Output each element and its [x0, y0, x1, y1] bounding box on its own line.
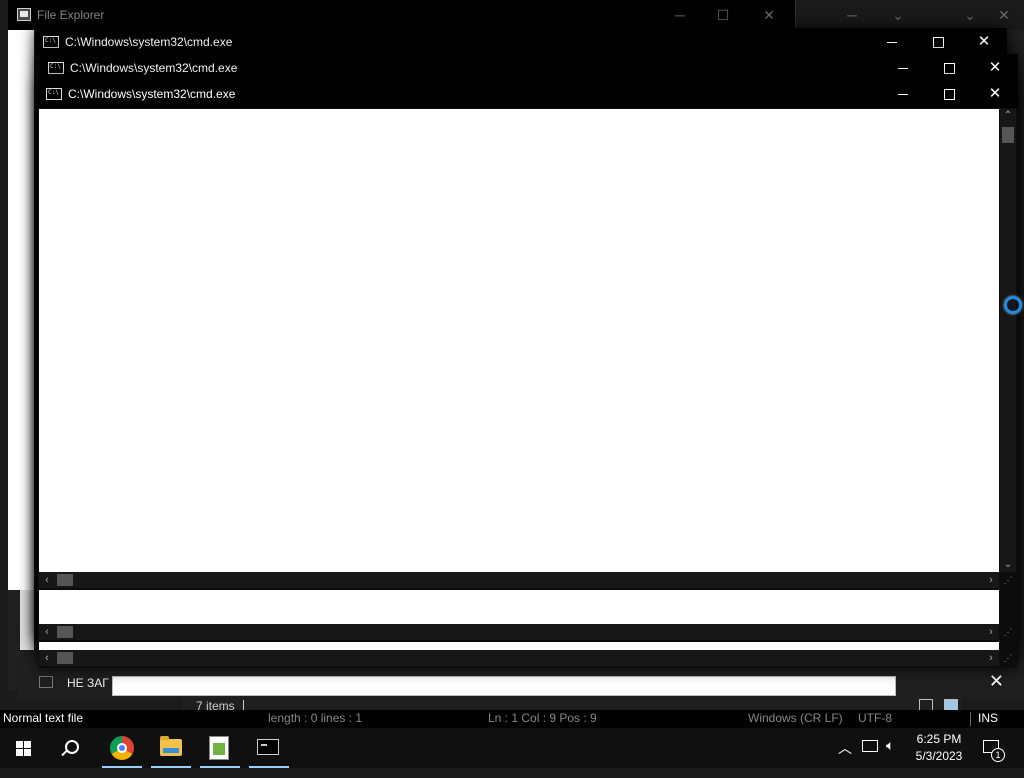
scrollbar-thumb[interactable]	[57, 626, 73, 638]
close-icon[interactable]: ✕	[989, 671, 1004, 692]
chevron-down-icon[interactable]: ⌄	[956, 5, 984, 25]
cmd-icon	[48, 62, 64, 74]
resize-grip-icon[interactable]: ⋰	[1000, 650, 1016, 666]
cmd-titlebar[interactable]: C:\Windows\system32\cmd.exe ✕	[35, 28, 1007, 56]
cmd-titlebar[interactable]: C:\Windows\system32\cmd.exe ✕	[40, 54, 1018, 82]
cursor-position: Ln : 1 Col : 9 Pos : 9	[488, 711, 597, 725]
minimize-button[interactable]: ─	[666, 5, 694, 25]
cmd-titlebar[interactable]: C:\Windows\system32\cmd.exe ✕	[38, 80, 1018, 108]
close-button[interactable]: ✕	[961, 28, 1007, 56]
windows-logo-icon	[16, 741, 32, 756]
resize-grip-icon[interactable]: ⋰	[1000, 572, 1016, 588]
cmd-icon	[46, 88, 62, 100]
close-button[interactable]: ✕	[972, 54, 1018, 82]
volume-icon[interactable]: 🔈︎	[886, 737, 894, 777]
cmd-title: C:\Windows\system32\cmd.exe	[70, 61, 238, 75]
horizontal-scrollbar[interactable]: ‹ ›	[39, 572, 999, 588]
maximize-button[interactable]	[926, 54, 972, 82]
taskbar-chrome[interactable]	[98, 728, 146, 768]
minimize-icon	[898, 93, 908, 95]
close-button[interactable]: ✕	[990, 5, 1018, 25]
file-explorer-title: File Explorer	[37, 8, 105, 22]
scroll-up-icon[interactable]: ⌃	[1000, 109, 1016, 123]
file-explorer-icon	[17, 8, 31, 21]
taskbar-file-explorer[interactable]	[147, 728, 195, 768]
busy-cursor-icon	[1004, 296, 1022, 314]
minimize-icon	[898, 67, 908, 69]
minimize-button[interactable]	[880, 54, 926, 82]
cmd-icon	[43, 36, 59, 48]
scrollbar-thumb[interactable]	[57, 652, 73, 664]
scrollbar-thumb[interactable]	[57, 574, 73, 586]
taskbar-notepad-plus-plus[interactable]	[196, 728, 244, 768]
scroll-left-icon[interactable]: ‹	[39, 624, 55, 640]
maximize-icon	[943, 88, 955, 100]
start-button[interactable]	[0, 728, 48, 768]
command-prompt-icon	[257, 739, 279, 755]
clock-time: 6:25 PM	[916, 732, 962, 746]
scroll-down-icon[interactable]: ⌄	[1000, 558, 1016, 572]
console-area-behind	[39, 590, 999, 624]
document-icon	[39, 676, 53, 688]
navigation-pane	[8, 30, 34, 590]
eol-format: Windows (CR LF)	[748, 711, 843, 725]
maximize-button[interactable]	[926, 80, 972, 108]
length-lines: length : 0 lines : 1	[268, 711, 363, 725]
chrome-icon	[110, 736, 134, 760]
horizontal-scrollbar[interactable]: ‹ ›	[39, 624, 999, 640]
notification-count-badge: 1	[991, 748, 1005, 762]
scroll-left-icon[interactable]: ‹	[39, 650, 55, 666]
cmd-window-3: C:\Windows\system32\cmd.exe ✕ ⌃ ⌄ ‹ › ⋰ …	[38, 80, 1018, 668]
scroll-right-icon[interactable]: ›	[983, 624, 999, 640]
scrollbar-thumb[interactable]	[1002, 127, 1014, 143]
encoding: UTF-8	[858, 711, 892, 725]
navigation-pane-lower	[20, 590, 34, 650]
close-button[interactable]: ✕	[972, 80, 1018, 108]
notepad-tab-title[interactable]: НЕ ЗАГ	[67, 676, 109, 690]
clock-date: 5/3/2023	[915, 749, 963, 763]
cmd-title: C:\Windows\system32\cmd.exe	[65, 35, 233, 49]
maximize-icon	[932, 36, 944, 48]
chevron-down-icon[interactable]: ⌄	[884, 5, 912, 25]
horizontal-scrollbar[interactable]: ‹ ›	[39, 650, 999, 666]
minimize-button[interactable]	[880, 80, 926, 108]
show-hidden-icons-chevron-icon[interactable]: ︿	[838, 738, 852, 778]
notepad-status-bar: Normal text file length : 0 lines : 1 Ln…	[0, 710, 1024, 728]
file-type: Normal text file	[3, 711, 84, 725]
folder-icon	[160, 736, 182, 756]
scroll-right-icon[interactable]: ›	[983, 572, 999, 588]
cmd-title: C:\Windows\system32\cmd.exe	[68, 87, 236, 101]
clock[interactable]: 6:25 PM 5/3/2023	[904, 731, 974, 765]
minimize-button[interactable]: ─	[838, 5, 866, 25]
taskbar-command-prompt[interactable]	[245, 728, 293, 768]
background-window-titlebar[interactable]: ─ ⌄ ⌄ ✕	[795, 0, 1024, 30]
console-area-behind	[39, 642, 999, 650]
search-icon	[65, 740, 79, 754]
minimize-button[interactable]	[869, 28, 915, 56]
maximize-button[interactable]	[915, 28, 961, 56]
taskbar: ︿ 🔈︎ 6:25 PM 5/3/2023 1	[0, 728, 1024, 768]
input-strip[interactable]	[112, 676, 896, 696]
close-button[interactable]: ✕	[755, 5, 783, 25]
console-area[interactable]	[39, 109, 999, 572]
search-button[interactable]	[48, 728, 96, 768]
insert-mode: INS	[978, 711, 999, 725]
divider	[970, 712, 971, 726]
notepad-plus-plus-icon	[209, 736, 229, 760]
network-icon[interactable]	[862, 740, 878, 752]
minimize-icon	[887, 41, 897, 43]
maximize-button[interactable]: ☐	[709, 5, 737, 25]
resize-grip-icon[interactable]: ⋰	[1000, 624, 1016, 640]
scroll-right-icon[interactable]: ›	[983, 650, 999, 666]
vertical-scrollbar[interactable]: ⌃ ⌄	[1000, 109, 1016, 572]
maximize-icon	[943, 62, 955, 74]
scroll-left-icon[interactable]: ‹	[39, 572, 55, 588]
